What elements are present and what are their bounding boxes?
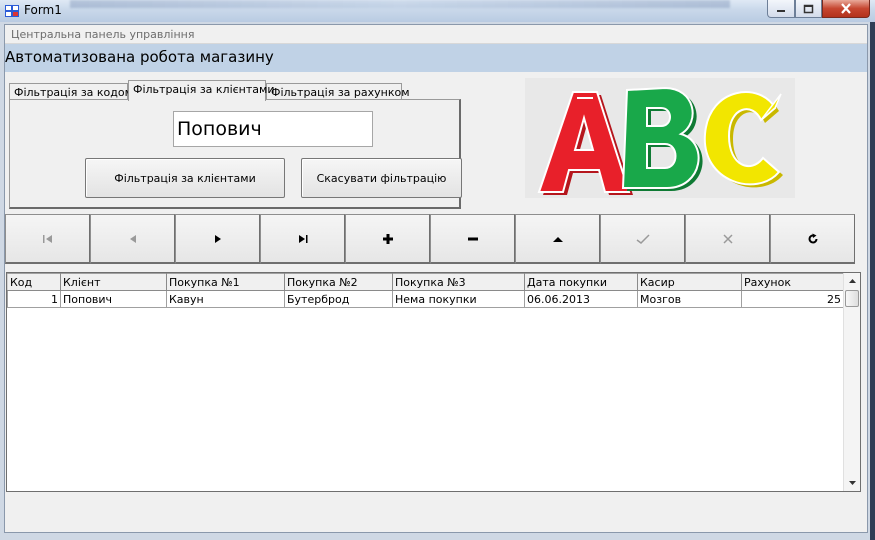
- nav-delete-button[interactable]: [430, 214, 515, 264]
- nav-first-button[interactable]: [5, 214, 90, 264]
- window-title: Form1: [24, 3, 62, 17]
- refresh-icon: [808, 233, 817, 243]
- first-record-icon: [42, 234, 52, 243]
- close-button[interactable]: [822, 0, 870, 18]
- vertical-scrollbar[interactable]: [843, 273, 860, 491]
- tab-filter-by-clients[interactable]: Фільтрація за клієнтами: [128, 80, 274, 101]
- cell-purchase-date[interactable]: 06.06.2013: [524, 290, 638, 308]
- checkmark-icon: [636, 233, 650, 244]
- app-icon: [5, 5, 19, 17]
- column-header-cashier[interactable]: Касир: [637, 273, 742, 291]
- page-title: Автоматизована робота магазину: [5, 48, 274, 66]
- minimize-button[interactable]: [767, 0, 795, 18]
- cell-cashier[interactable]: Мозгов: [637, 290, 742, 308]
- next-record-icon: [214, 234, 221, 243]
- column-header-purchase-1[interactable]: Покупка №1: [166, 273, 285, 291]
- column-header-purchase-3[interactable]: Покупка №3: [392, 273, 525, 291]
- nav-cancel-button[interactable]: [685, 214, 770, 264]
- cell-code[interactable]: 1: [7, 290, 61, 308]
- close-icon: [841, 3, 851, 14]
- scroll-down-button[interactable]: [844, 475, 860, 491]
- title-bar: Form1: [0, 0, 875, 22]
- scroll-up-arrow-icon: [848, 279, 856, 283]
- window-right-border: [870, 22, 875, 540]
- cell-account[interactable]: 25: [741, 290, 844, 308]
- maximize-button[interactable]: [795, 0, 822, 18]
- column-header-purchase-date[interactable]: Дата покупки: [524, 273, 638, 291]
- logo-letter-b: [621, 86, 703, 191]
- data-grid[interactable]: Код Клієнт Покупка №1 Покупка №2 Покупка…: [6, 272, 861, 492]
- form-client-area: Центральна панель управління Автоматизов…: [4, 24, 868, 533]
- nav-edit-button[interactable]: [515, 214, 600, 264]
- cell-purchase-2[interactable]: Бутерброд: [284, 290, 393, 308]
- blurred-background-strip: [70, 0, 730, 8]
- scroll-up-button[interactable]: [844, 273, 860, 289]
- minimize-icon: [777, 9, 785, 12]
- grid-header-row: Код Клієнт Покупка №1 Покупка №2 Покупка…: [7, 273, 844, 291]
- header-panel: Автоматизована робота магазину: [5, 44, 867, 72]
- tab-page-clients: Попович Фільтрація за клієнтами Скасуват…: [9, 99, 462, 209]
- cancel-x-icon: [722, 233, 733, 244]
- column-header-client[interactable]: Клієнт: [60, 273, 167, 291]
- abc-logo-image: [525, 78, 795, 198]
- nav-prior-button[interactable]: [90, 214, 175, 264]
- plus-icon: [382, 233, 393, 244]
- client-filter-input[interactable]: Попович: [173, 111, 373, 147]
- cancel-filter-button[interactable]: Скасувати фільтрацію: [301, 158, 462, 198]
- column-header-purchase-2[interactable]: Покупка №2: [284, 273, 393, 291]
- nav-insert-button[interactable]: [345, 214, 430, 264]
- table-row[interactable]: 1 Попович Кавун Бутерброд Нема покупки 0…: [7, 290, 844, 308]
- cell-purchase-1[interactable]: Кавун: [166, 290, 285, 308]
- column-header-account[interactable]: Рахунок: [741, 273, 844, 291]
- edit-triangle-icon: [552, 236, 563, 242]
- logo-letter-a: [537, 91, 633, 195]
- scroll-thumb[interactable]: [845, 290, 859, 307]
- scroll-down-arrow-icon: [848, 481, 856, 485]
- prior-record-icon: [129, 234, 136, 243]
- abc-logo-graphic: [537, 86, 783, 195]
- column-header-code[interactable]: Код: [7, 273, 61, 291]
- menu-bar: Центральна панель управління: [5, 25, 867, 44]
- minus-icon: [467, 237, 478, 240]
- maximize-icon: [803, 4, 814, 13]
- nav-next-button[interactable]: [175, 214, 260, 264]
- db-navigator: [5, 214, 855, 264]
- nav-refresh-button[interactable]: [770, 214, 855, 264]
- menu-item-control-panel[interactable]: Центральна панель управління: [11, 28, 194, 41]
- filter-by-clients-button[interactable]: Фільтрація за клієнтами: [85, 158, 285, 198]
- grid-table: Код Клієнт Покупка №1 Покупка №2 Покупка…: [7, 273, 844, 308]
- last-record-icon: [298, 234, 307, 243]
- cell-client[interactable]: Попович: [60, 290, 167, 308]
- nav-post-button[interactable]: [600, 214, 685, 264]
- nav-last-button[interactable]: [260, 214, 345, 264]
- cell-purchase-3[interactable]: Нема покупки: [392, 290, 525, 308]
- logo-letter-c: [703, 91, 783, 188]
